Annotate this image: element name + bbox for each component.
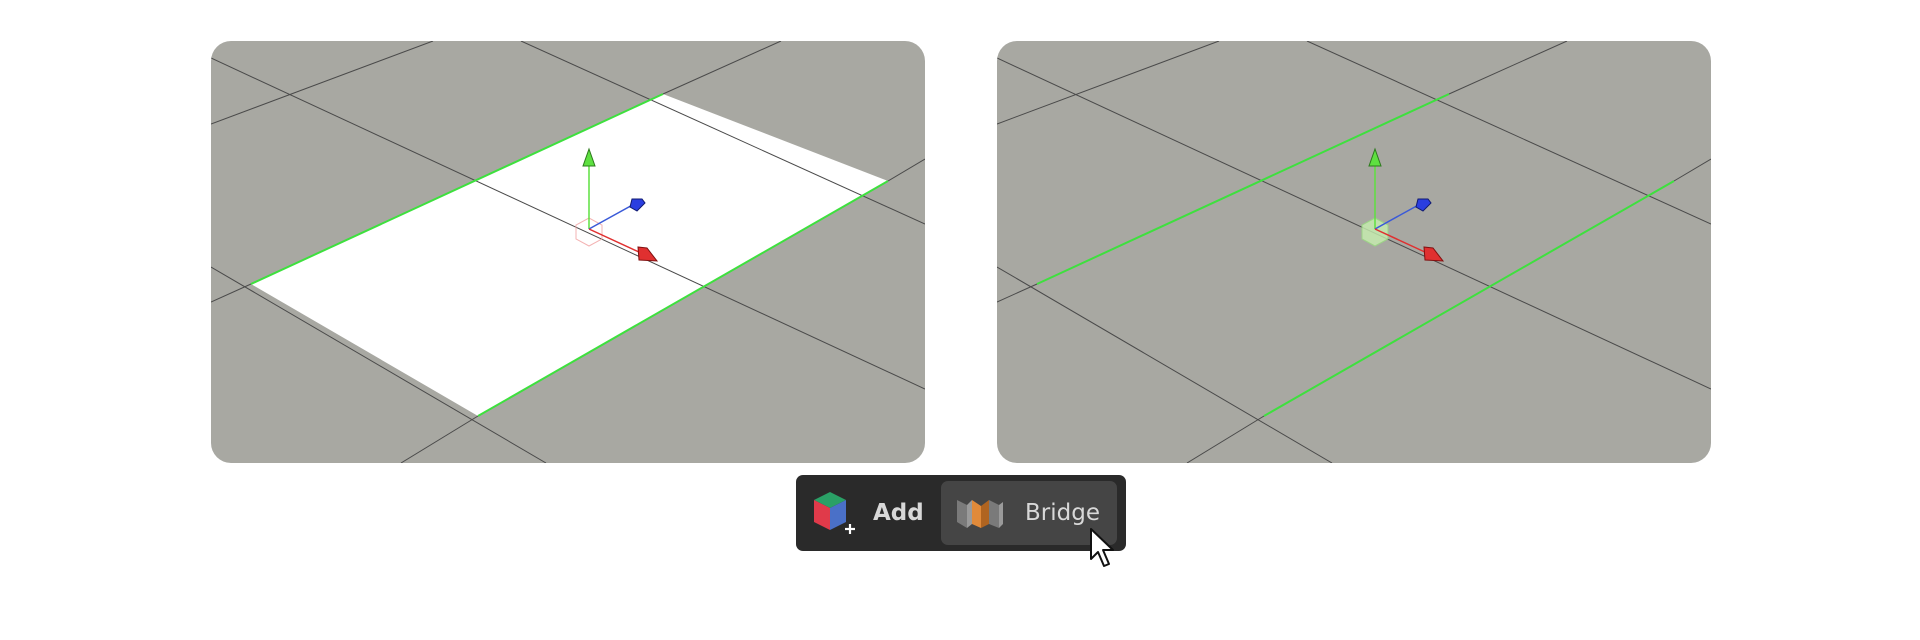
bridge-icon	[957, 500, 1003, 528]
tool-panel: Add Bridge	[796, 475, 1126, 551]
viewport-after[interactable]	[997, 41, 1711, 463]
canvas: Add Bridge	[0, 0, 1920, 640]
add-cube-icon[interactable]	[808, 488, 860, 540]
mouse-pointer-icon	[1090, 528, 1114, 567]
viewport-before[interactable]	[211, 41, 925, 463]
transform-gizmo-icon[interactable]	[1361, 147, 1445, 262]
add-label: Add	[873, 500, 924, 526]
selected-face[interactable]	[251, 94, 888, 416]
viewport-after-scene	[997, 41, 1711, 463]
viewport-before-scene	[211, 41, 925, 463]
selected-edges	[1036, 93, 1675, 417]
